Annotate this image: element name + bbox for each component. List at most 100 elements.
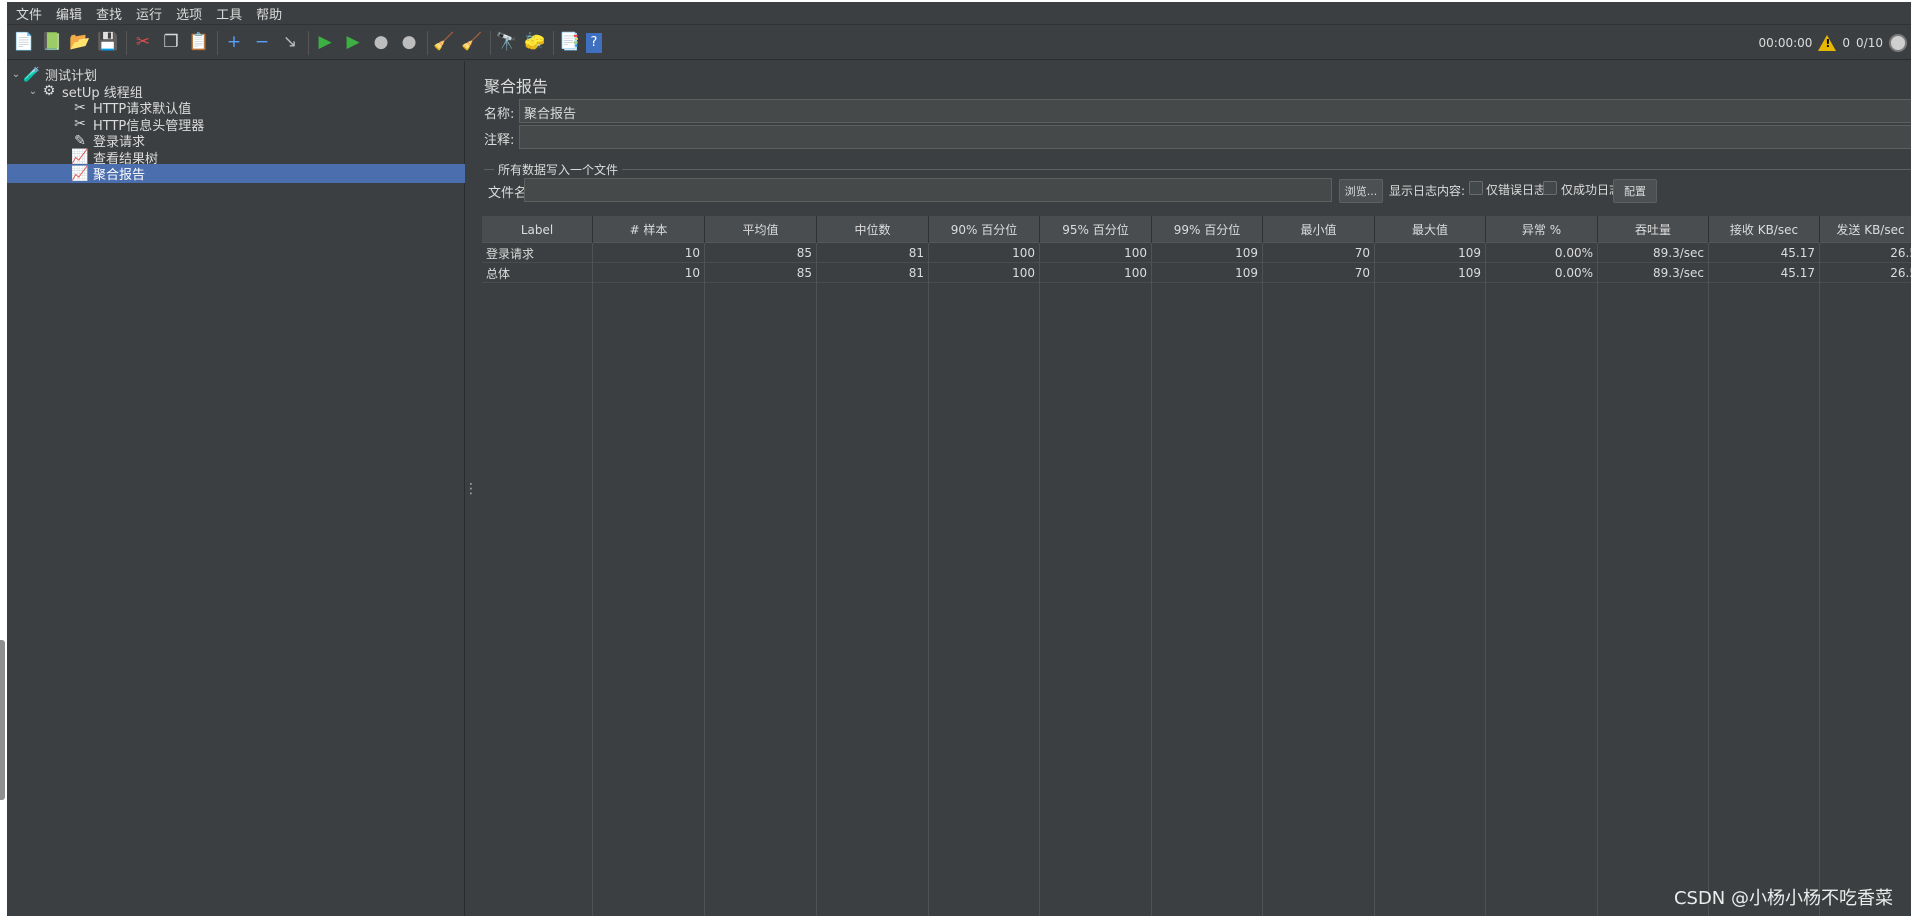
- toolbar-status: 00:00:00 0 0/10: [1759, 26, 1911, 60]
- stop-icon[interactable]: ●: [369, 31, 393, 55]
- copy-icon[interactable]: ❐: [159, 31, 183, 55]
- browse-button[interactable]: 浏览...: [1339, 179, 1383, 203]
- column-header[interactable]: 最小值: [1263, 216, 1375, 243]
- filename-input[interactable]: [524, 178, 1332, 202]
- column-header[interactable]: 接收 KB/sec: [1709, 216, 1820, 243]
- table-cell: 26.5: [1820, 263, 1911, 283]
- new-icon[interactable]: 📄: [12, 31, 36, 55]
- open-icon[interactable]: 📂: [68, 31, 92, 55]
- save-icon[interactable]: 💾: [96, 31, 120, 55]
- toolbar-separator: [427, 30, 428, 55]
- elapsed-timer: 00:00:00: [1758, 36, 1813, 50]
- function-helper-icon[interactable]: 📑: [558, 31, 582, 55]
- column-header[interactable]: 吞吐量: [1598, 216, 1709, 243]
- errors-only-label: 仅错误日志: [1486, 183, 1547, 197]
- column-header[interactable]: 最大值: [1375, 216, 1486, 243]
- table-cell: 81: [817, 263, 929, 283]
- column-divider: [1374, 243, 1375, 916]
- table-cell: 45.17: [1709, 263, 1820, 283]
- menu-item[interactable]: 工具: [209, 4, 249, 23]
- column-divider: [1151, 243, 1152, 916]
- tree-node[interactable]: 📈 聚合报告: [7, 164, 465, 183]
- menu-item[interactable]: 运行: [129, 4, 169, 23]
- csdn-watermark: CSDN @小杨小杨不吃香菜: [1673, 888, 1893, 909]
- clear-icon[interactable]: 🧹: [432, 31, 456, 55]
- table-cell: 45.17: [1709, 243, 1820, 263]
- column-divider: [816, 243, 817, 916]
- table-cell: 89.3/sec: [1598, 263, 1709, 283]
- column-header[interactable]: 平均值: [705, 216, 817, 243]
- table-header: Label # 样本 平均值 中位数 90% 百分位 95% 百分位 99% 百分位 最小值最…: [482, 216, 1911, 243]
- column-header[interactable]: 发送 KB/sec: [1820, 216, 1911, 243]
- table-row[interactable]: 总体 10 85 81 100 100 109 70 109 0.00% 89.3/sec 45.17…: [482, 263, 1911, 283]
- help-icon[interactable]: ?: [586, 32, 602, 53]
- toggle-icon[interactable]: ↘: [278, 31, 302, 55]
- tree-node-label: 聚合报告: [93, 168, 146, 183]
- column-header[interactable]: 异常 %: [1486, 216, 1598, 243]
- column-divider: [1708, 243, 1709, 916]
- menu-item[interactable]: 文件: [9, 4, 49, 23]
- table-cell: 100: [1040, 263, 1152, 283]
- tree-node-icon: 📈: [71, 165, 89, 182]
- table-row[interactable]: 登录请求 10 85 81 100 100 109 70 109 0.00% 89.3/sec 45.…: [482, 243, 1911, 263]
- toolbar-separator: [126, 30, 127, 55]
- file-group-title: 所有数据写入一个文件: [494, 161, 623, 178]
- column-header[interactable]: # 样本: [593, 216, 705, 243]
- reset-search-icon[interactable]: 🧽: [523, 31, 547, 55]
- jmeter-window: 文件 编辑 查找 运行 选项 工具 帮助 📄 📗 📂 💾 ✂ ❐ 📋 + − ↘ ▶ ▶ ● ● 🧹 🧹 🔭 🧽 📑? 00:0…: [7, 2, 1911, 916]
- templates-icon[interactable]: 📗: [40, 31, 64, 55]
- column-header[interactable]: 95% 百分位: [1040, 216, 1152, 243]
- menu-item[interactable]: 帮助: [249, 4, 289, 23]
- cut-icon[interactable]: ✂: [131, 31, 155, 55]
- table-cell: 0.00%: [1486, 263, 1598, 283]
- chevron-down-icon[interactable]: ⌄: [9, 69, 23, 80]
- expand-icon[interactable]: +: [222, 31, 246, 55]
- split-pane-divider[interactable]: ⋮: [464, 61, 478, 916]
- table-cell: 10: [593, 263, 705, 283]
- clear-all-icon[interactable]: 🧹: [460, 31, 484, 55]
- toolbar-separator: [308, 30, 309, 55]
- start-no-pause-icon[interactable]: ▶: [341, 31, 365, 55]
- menu-item[interactable]: 编辑: [49, 4, 89, 23]
- table-cell: 109: [1375, 263, 1486, 283]
- table-cell: 89.3/sec: [1598, 243, 1709, 263]
- table-cell: 109: [1152, 263, 1263, 283]
- errors-only-checkbox[interactable]: [1469, 181, 1483, 195]
- toolbar-separator: [553, 30, 554, 55]
- column-divider: [1485, 243, 1486, 916]
- table-cell: 109: [1152, 243, 1263, 263]
- menu-item[interactable]: 选项: [169, 4, 209, 23]
- paste-icon[interactable]: 📋: [187, 31, 211, 55]
- name-field[interactable]: 聚合报告: [519, 99, 1911, 123]
- table-cell: 81: [817, 243, 929, 263]
- table-cell: 26.5: [1820, 243, 1911, 263]
- column-header[interactable]: 中位数: [817, 216, 929, 243]
- table-cell: 总体: [482, 263, 593, 283]
- collapse-icon[interactable]: −: [250, 31, 274, 55]
- column-divider: [592, 243, 593, 916]
- configure-button[interactable]: 配置: [1613, 179, 1657, 203]
- column-divider: [1597, 243, 1598, 916]
- shutdown-icon[interactable]: ●: [397, 31, 421, 55]
- success-only-checkbox[interactable]: [1543, 181, 1557, 195]
- chevron-down-icon[interactable]: ⌄: [26, 86, 40, 97]
- thread-count: 0/10: [1856, 36, 1883, 50]
- column-divider: [704, 243, 705, 916]
- warning-icon[interactable]: [1818, 35, 1837, 51]
- column-header[interactable]: 99% 百分位: [1152, 216, 1263, 243]
- start-icon[interactable]: ▶: [313, 31, 337, 55]
- search-icon[interactable]: 🔭: [495, 31, 519, 55]
- log-content-label: 显示日志内容:: [1389, 184, 1466, 198]
- table-cell: 0.00%: [1486, 243, 1598, 263]
- left-edge-strip: [0, 0, 7, 916]
- success-only-label: 仅成功日志: [1561, 183, 1622, 197]
- column-header[interactable]: 90% 百分位: [929, 216, 1040, 243]
- comment-field[interactable]: [519, 125, 1911, 149]
- column-header[interactable]: Label: [482, 216, 593, 243]
- menu-item[interactable]: 查找: [89, 4, 129, 23]
- name-label: 名称:: [484, 107, 515, 122]
- column-divider: [1039, 243, 1040, 916]
- aggregate-report-panel: 聚合报告 名称: 聚合报告 注释: 所有数据写入一个文件 文件名 浏览... 显…: [476, 61, 1911, 916]
- menu-bar: 文件 编辑 查找 运行 选项 工具 帮助: [7, 2, 1911, 25]
- remote-status-icon: [1889, 34, 1907, 52]
